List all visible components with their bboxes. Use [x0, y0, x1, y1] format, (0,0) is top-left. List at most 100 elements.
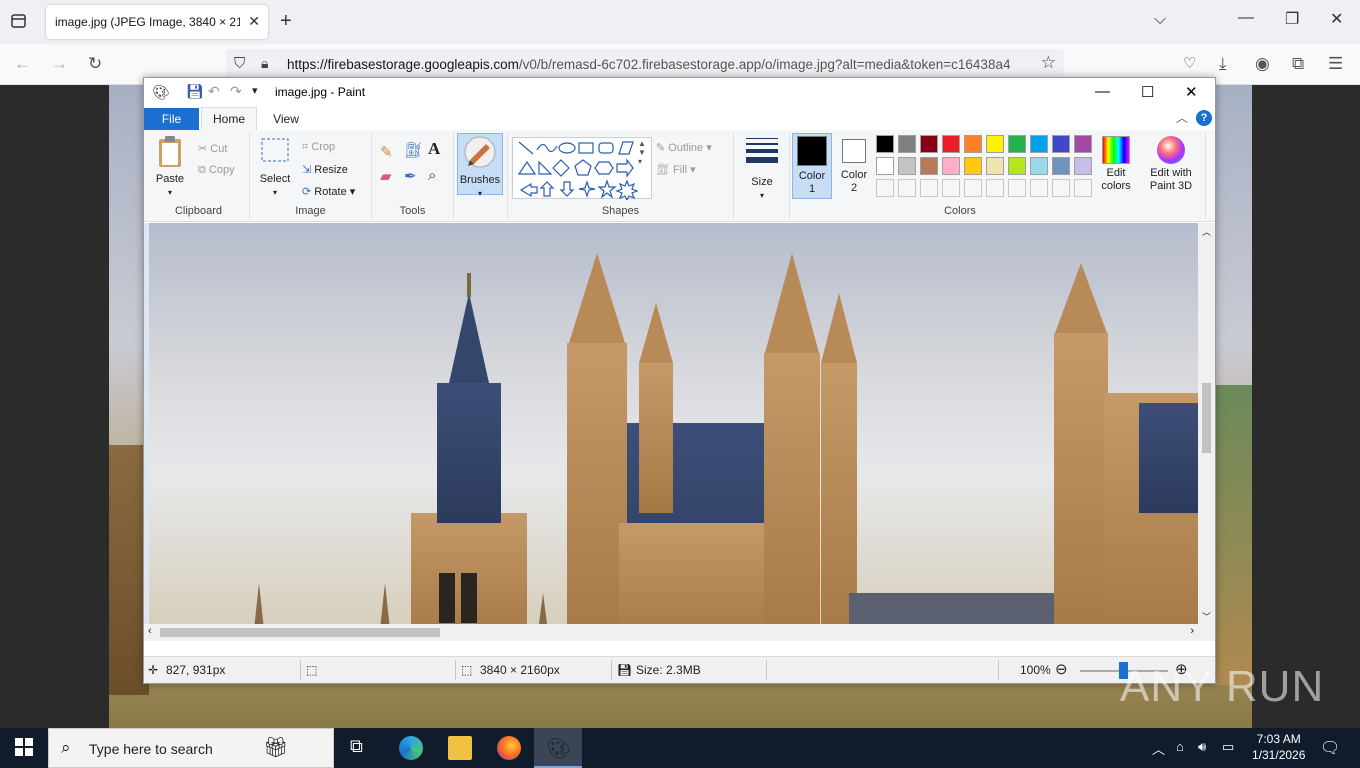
url-text[interactable]: https://firebasestorage.googleapis.com/v… — [287, 57, 1032, 72]
palette-swatch[interactable] — [942, 179, 960, 197]
shapes-scroll-icon[interactable]: ▲ ▼ ▾ — [638, 139, 646, 166]
rotate-button[interactable]: ⟳ Rotate ▾ — [302, 185, 355, 198]
cut-button[interactable]: ✂ Cut — [198, 142, 227, 155]
bookmark-star-icon[interactable]: ☆ — [1041, 53, 1056, 73]
edge-icon[interactable] — [399, 736, 423, 760]
palette-swatch[interactable] — [1008, 157, 1026, 175]
edit-colors-button[interactable]: Edit colors — [1096, 136, 1136, 193]
collapse-ribbon-icon[interactable]: ︿ — [1176, 109, 1188, 126]
redo-icon[interactable]: ↷ — [230, 83, 242, 100]
palette-swatch[interactable] — [1052, 157, 1070, 175]
fill-button[interactable]: ⛽︎ Fill ▾ — [656, 163, 696, 176]
palette-swatch[interactable] — [898, 157, 916, 175]
shapes-gallery[interactable] — [512, 137, 652, 202]
extensions-icon[interactable]: ⧉ — [1292, 54, 1304, 74]
color-picker-icon[interactable]: ✒ — [404, 167, 417, 185]
pocket-icon[interactable]: ♡ — [1183, 54, 1196, 72]
palette-swatch[interactable] — [1030, 135, 1048, 153]
tab-home[interactable]: Home — [201, 107, 257, 131]
vertical-scrollbar[interactable]: ︿ ﹀ — [1198, 223, 1215, 641]
scroll-left-icon[interactable]: ‹ — [148, 625, 152, 637]
pencil-icon[interactable]: ✎ — [380, 143, 393, 161]
restore-icon[interactable]: ❐ — [1285, 9, 1299, 29]
save-icon[interactable]: 💾︎ — [186, 83, 204, 100]
firefox-icon[interactable] — [497, 736, 521, 760]
close-tab-icon[interactable]: ✕ — [248, 13, 260, 30]
fill-bucket-icon[interactable]: ⛽︎ — [404, 141, 423, 159]
taskbar-search[interactable]: ⌕ Type here to search 🎁︎ — [48, 728, 334, 768]
eraser-icon[interactable]: ▰ — [380, 167, 392, 185]
help-icon[interactable]: ? — [1196, 110, 1212, 126]
palette-swatch[interactable] — [986, 179, 1004, 197]
tab-view[interactable]: View — [261, 108, 311, 130]
palette-swatch[interactable] — [986, 157, 1004, 175]
network-icon[interactable]: ⌂ — [1176, 739, 1184, 754]
horizontal-scroll-thumb[interactable] — [160, 628, 440, 637]
new-tab-icon[interactable]: + — [280, 10, 292, 33]
menu-icon[interactable]: ☰ — [1328, 54, 1343, 74]
forward-icon[interactable]: → — [51, 54, 68, 74]
windows-start-icon[interactable] — [15, 738, 33, 759]
palette-swatch[interactable] — [920, 179, 938, 197]
volume-icon[interactable]: 🔊︎ — [1198, 739, 1206, 755]
crop-button[interactable]: ⌗ Crop — [302, 141, 335, 154]
minimize-icon[interactable]: — — [1238, 9, 1254, 27]
task-view-icon[interactable]: ⧉ — [350, 736, 374, 760]
palette-swatch[interactable] — [942, 157, 960, 175]
palette-swatch[interactable] — [964, 157, 982, 175]
paint-maximize-icon[interactable]: ☐ — [1141, 83, 1154, 101]
palette-swatch[interactable] — [1052, 179, 1070, 197]
scroll-up-icon[interactable]: ︿ — [1202, 225, 1211, 238]
text-tool-icon[interactable]: A — [428, 139, 440, 159]
color2-button[interactable]: Color 2 — [836, 133, 872, 199]
tab-file[interactable]: File — [144, 108, 199, 130]
scroll-right-icon[interactable]: › — [1190, 625, 1194, 637]
clock[interactable]: 7:03 AM 1/31/2026 — [1252, 731, 1305, 763]
palette-swatch[interactable] — [1074, 179, 1092, 197]
shield-icon[interactable]: ⛉ — [234, 55, 245, 72]
palette-swatch[interactable] — [964, 179, 982, 197]
lock-icon[interactable]: 🔒︎ — [261, 55, 268, 72]
resize-button[interactable]: ⇲ Resize — [302, 163, 348, 176]
palette-swatch[interactable] — [876, 179, 894, 197]
palette-swatch[interactable] — [1030, 157, 1048, 175]
vertical-scroll-thumb[interactable] — [1202, 383, 1211, 453]
outline-button[interactable]: ✎ Outline ▾ — [656, 141, 712, 154]
palette-swatch[interactable] — [942, 135, 960, 153]
palette-swatch[interactable] — [964, 135, 982, 153]
palette-swatch[interactable] — [920, 135, 938, 153]
account-icon[interactable]: ◉ — [1255, 54, 1270, 74]
zoom-out-icon[interactable]: ⊖ — [1055, 660, 1068, 678]
undo-icon[interactable]: ↶ — [208, 83, 220, 100]
palette-swatch[interactable] — [898, 179, 916, 197]
reload-icon[interactable]: ↻ — [88, 54, 102, 74]
tab-list-icon[interactable] — [8, 12, 30, 30]
palette-swatch[interactable] — [986, 135, 1004, 153]
paint-taskbar-button[interactable]: 🎨︎ — [534, 728, 582, 768]
edit-with-paint3d-button[interactable]: Edit with Paint 3D — [1140, 136, 1202, 193]
brushes-button[interactable]: Brushes ▾ — [457, 133, 503, 198]
horizontal-scrollbar[interactable]: ‹ › — [144, 624, 1198, 641]
size-button[interactable]: Size ▾ — [740, 136, 784, 202]
palette-swatch[interactable] — [1008, 135, 1026, 153]
palette-swatch[interactable] — [1052, 135, 1070, 153]
copy-button[interactable]: ⧉ Copy — [198, 164, 235, 177]
color1-button[interactable]: Color 1 — [792, 133, 832, 199]
tray-chevron-icon[interactable]: ︿ — [1152, 739, 1165, 758]
back-icon[interactable]: ← — [14, 54, 31, 74]
palette-swatch[interactable] — [1074, 135, 1092, 153]
palette-swatch[interactable] — [1008, 179, 1026, 197]
close-window-icon[interactable]: ✕ — [1330, 9, 1343, 29]
quick-access-dropdown-icon[interactable]: ▾ — [252, 84, 258, 97]
chevron-down-icon[interactable]: ⌵ — [1154, 11, 1166, 29]
notification-tray-icon[interactable]: ▭ — [1222, 739, 1234, 755]
browser-tab[interactable]: image.jpg (JPEG Image, 3840 × 2160 pixel… — [46, 5, 268, 39]
download-icon[interactable]: ⤓ — [1219, 54, 1227, 74]
palette-swatch[interactable] — [1030, 179, 1048, 197]
file-explorer-icon[interactable] — [448, 736, 472, 760]
canvas-image[interactable] — [149, 223, 1198, 639]
url-bar[interactable]: ⛉ 🔒︎ https://firebasestorage.googleapis.… — [226, 49, 1064, 80]
palette-swatch[interactable] — [1074, 157, 1092, 175]
palette-swatch[interactable] — [876, 157, 894, 175]
palette-swatch[interactable] — [898, 135, 916, 153]
